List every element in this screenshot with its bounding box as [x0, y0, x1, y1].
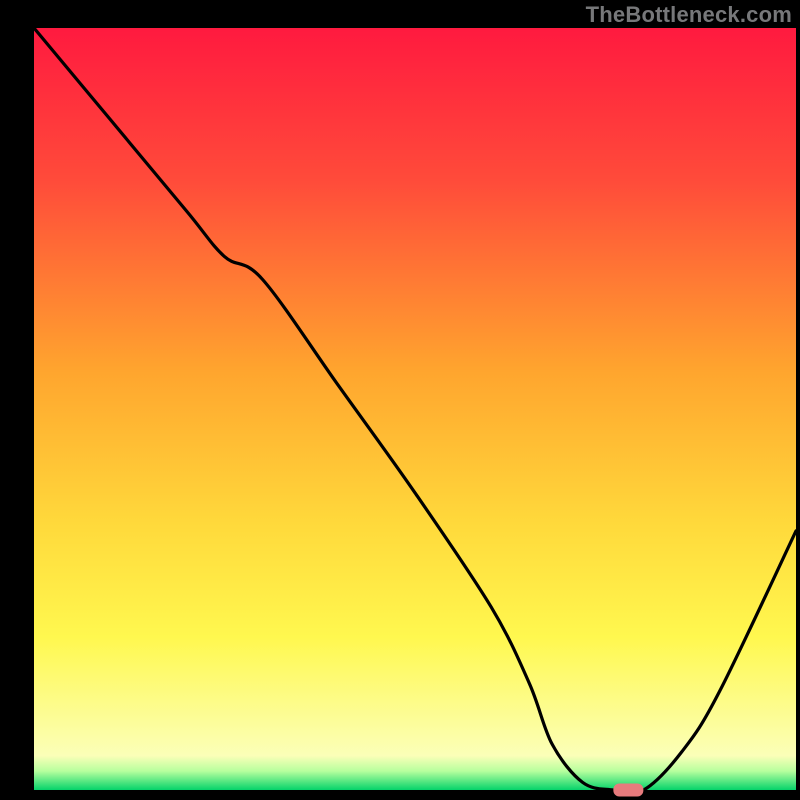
chart-stage: TheBottleneck.com — [0, 0, 800, 800]
optimal-point-marker — [613, 784, 643, 797]
bottleneck-chart — [0, 0, 800, 800]
heat-gradient-area — [34, 28, 796, 790]
watermark-text: TheBottleneck.com — [586, 2, 792, 28]
